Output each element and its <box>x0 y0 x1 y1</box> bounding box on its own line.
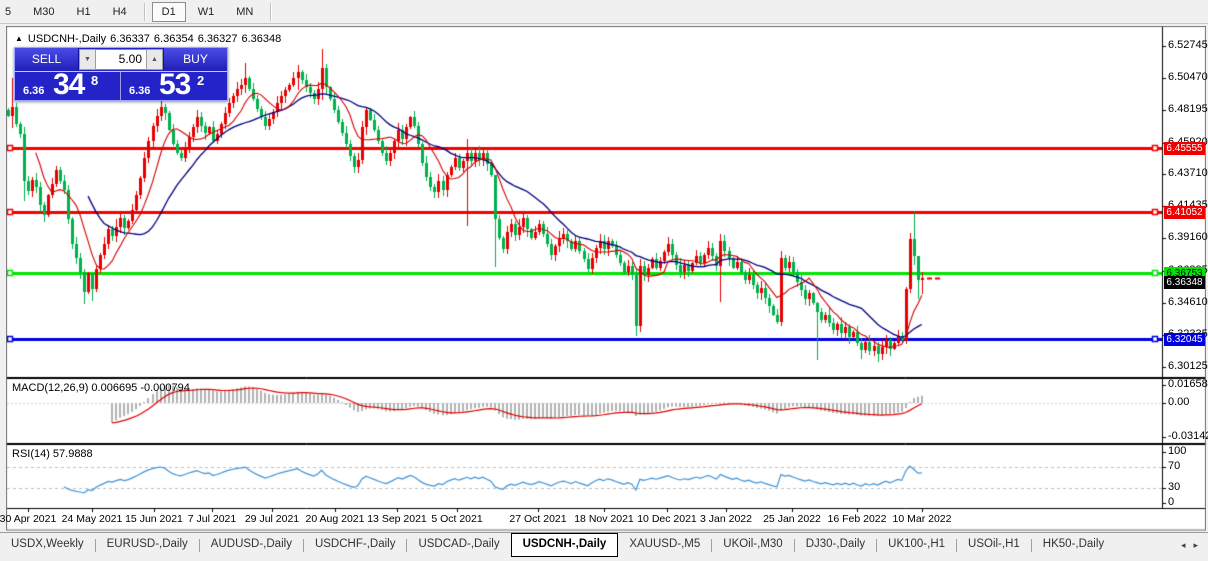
symbol-tab-usdx[interactable]: USDX,Weekly <box>0 533 95 557</box>
ohlc-open: 6.36337 <box>110 33 150 45</box>
price-axis-tick: 6.34610 <box>1168 296 1208 308</box>
price-axis-tick: 6.39160 <box>1168 231 1208 243</box>
timeframe-button-w1[interactable]: W1 <box>188 2 225 22</box>
price-axis-tick: 6.30125 <box>1168 360 1208 372</box>
symbol-tab-audusd[interactable]: AUDUSD-,Daily <box>200 533 303 557</box>
ohlc-close: 6.36348 <box>241 33 282 45</box>
ohlc-high: 6.36354 <box>153 33 194 45</box>
rsi-axis-tick: 100 <box>1168 445 1187 457</box>
symbol-tab-bar: USDX,Weekly EURUSD-,Daily AUDUSD-,Daily USD… <box>0 532 1208 557</box>
macd-indicator-label: MACD(12,26,9) 0.006695 -0.000794 <box>12 382 190 394</box>
symbol-tab-dj30[interactable]: DJ30-,Daily <box>795 533 876 557</box>
symbol-tab-usoil[interactable]: USOil-,H1 <box>957 533 1031 557</box>
symbol-tab-ukoil[interactable]: UKOil-,M30 <box>712 533 793 557</box>
date-axis-label: 5 Oct 2021 <box>431 513 483 525</box>
date-axis-label: 18 Nov 2021 <box>574 513 634 525</box>
timeframe-button-h1[interactable]: H1 <box>67 2 101 22</box>
price-axis-tick: 6.43710 <box>1168 167 1208 179</box>
sell-price-pip-digit: 8 <box>91 73 99 88</box>
symbol-tab-hk50[interactable]: HK50-,Daily <box>1032 533 1115 557</box>
sell-price-display[interactable]: 6.36 34 8 <box>15 68 121 101</box>
level-price-label[interactable]: 6.41052 <box>1164 206 1205 219</box>
timeframe-button-mn[interactable]: MN <box>226 2 263 22</box>
tab-scroll-left-icon[interactable]: ◂ <box>1181 540 1186 551</box>
rsi-axis-tick: 30 <box>1168 481 1181 493</box>
date-axis-label: 25 Jan 2022 <box>763 513 821 525</box>
price-axis-tick: 6.48195 <box>1168 103 1208 115</box>
one-click-trade-panel: SELL ▼ 5.00 ▲ BUY 6.36 34 8 6.36 53 2 <box>14 47 228 101</box>
macd-axis-tick: 0.016586 <box>1168 378 1208 390</box>
symbol-tab-eurusd[interactable]: EURUSD-,Daily <box>96 533 199 557</box>
date-axis-label: 27 Oct 2021 <box>509 513 567 525</box>
timeframe-toolbar: 5 M30 H1 H4 D1 W1 MN <box>0 0 1208 24</box>
date-axis-label: 30 Apr 2021 <box>0 513 57 525</box>
date-axis-label: 10 Mar 2022 <box>892 513 952 525</box>
rsi-axis-tick: 0 <box>1168 496 1175 508</box>
timeframe-button-d1[interactable]: D1 <box>151 1 186 22</box>
symbol-tab-usdcad[interactable]: USDCAD-,Daily <box>407 533 510 557</box>
level-price-label[interactable]: 6.45555 <box>1164 142 1205 155</box>
buy-price-pip-digit: 2 <box>197 73 205 88</box>
chart-title: ▲ USDCNH-,Daily 6.36337 6.36354 6.36327 6.363… <box>15 33 285 45</box>
rsi-axis-tick: 70 <box>1168 460 1181 472</box>
sell-price-prefix: 6.36 <box>23 85 45 97</box>
volume-increase-button[interactable]: ▲ <box>146 49 163 70</box>
collapse-triangle-icon[interactable]: ▲ <box>15 34 23 43</box>
tab-scroll-right-icon[interactable]: ▸ <box>1193 540 1198 551</box>
symbol-tab-uk100[interactable]: UK100-,H1 <box>877 533 956 557</box>
timeframe-button-5[interactable]: 5 <box>1 2 21 22</box>
symbol-tab-usdcnh[interactable]: USDCNH-,Daily <box>510 533 619 557</box>
price-axis-tick: 6.50470 <box>1168 71 1208 83</box>
chart-symbol-period: USDCNH-,Daily <box>27 33 107 45</box>
macd-axis-tick: -0.031423 <box>1168 430 1208 442</box>
date-axis-label: 29 Jul 2021 <box>244 513 300 525</box>
date-axis-label: 3 Jan 2022 <box>700 513 752 525</box>
timeframe-button-h4[interactable]: H4 <box>103 2 137 22</box>
rsi-indicator-label: RSI(14) 57.9888 <box>12 448 93 460</box>
toolbar-separator <box>270 2 272 21</box>
buy-price-prefix: 6.36 <box>129 85 151 97</box>
macd-axis-tick: 0.00 <box>1168 396 1190 408</box>
level-price-label[interactable]: 6.32045 <box>1164 333 1205 346</box>
mt4-workspace: 5 M30 H1 H4 D1 W1 MN ▲ USDCNH-,Daily 6.36337 6.36… <box>0 0 1208 561</box>
volume-spinner: ▼ 5.00 ▲ <box>79 48 163 71</box>
volume-input[interactable]: 5.00 <box>96 49 146 70</box>
toolbar-separator <box>143 2 145 21</box>
symbol-tab-usdchf[interactable]: USDCHF-,Daily <box>304 533 407 557</box>
price-axis-tick: 6.52745 <box>1168 39 1208 51</box>
date-axis-label: 16 Feb 2022 <box>827 513 887 525</box>
volume-decrease-button[interactable]: ▼ <box>79 49 96 70</box>
timeframe-button-m30[interactable]: M30 <box>23 2 64 22</box>
buy-price-display[interactable]: 6.36 53 2 <box>121 68 227 101</box>
symbol-tab-xauusd[interactable]: XAUUSD-,M5 <box>618 533 711 557</box>
buy-price-big-digits: 53 <box>159 68 191 101</box>
ohlc-low: 6.36327 <box>197 33 238 45</box>
sell-price-big-digits: 34 <box>53 68 85 101</box>
current-price-label: 6.36348 <box>1164 276 1205 289</box>
